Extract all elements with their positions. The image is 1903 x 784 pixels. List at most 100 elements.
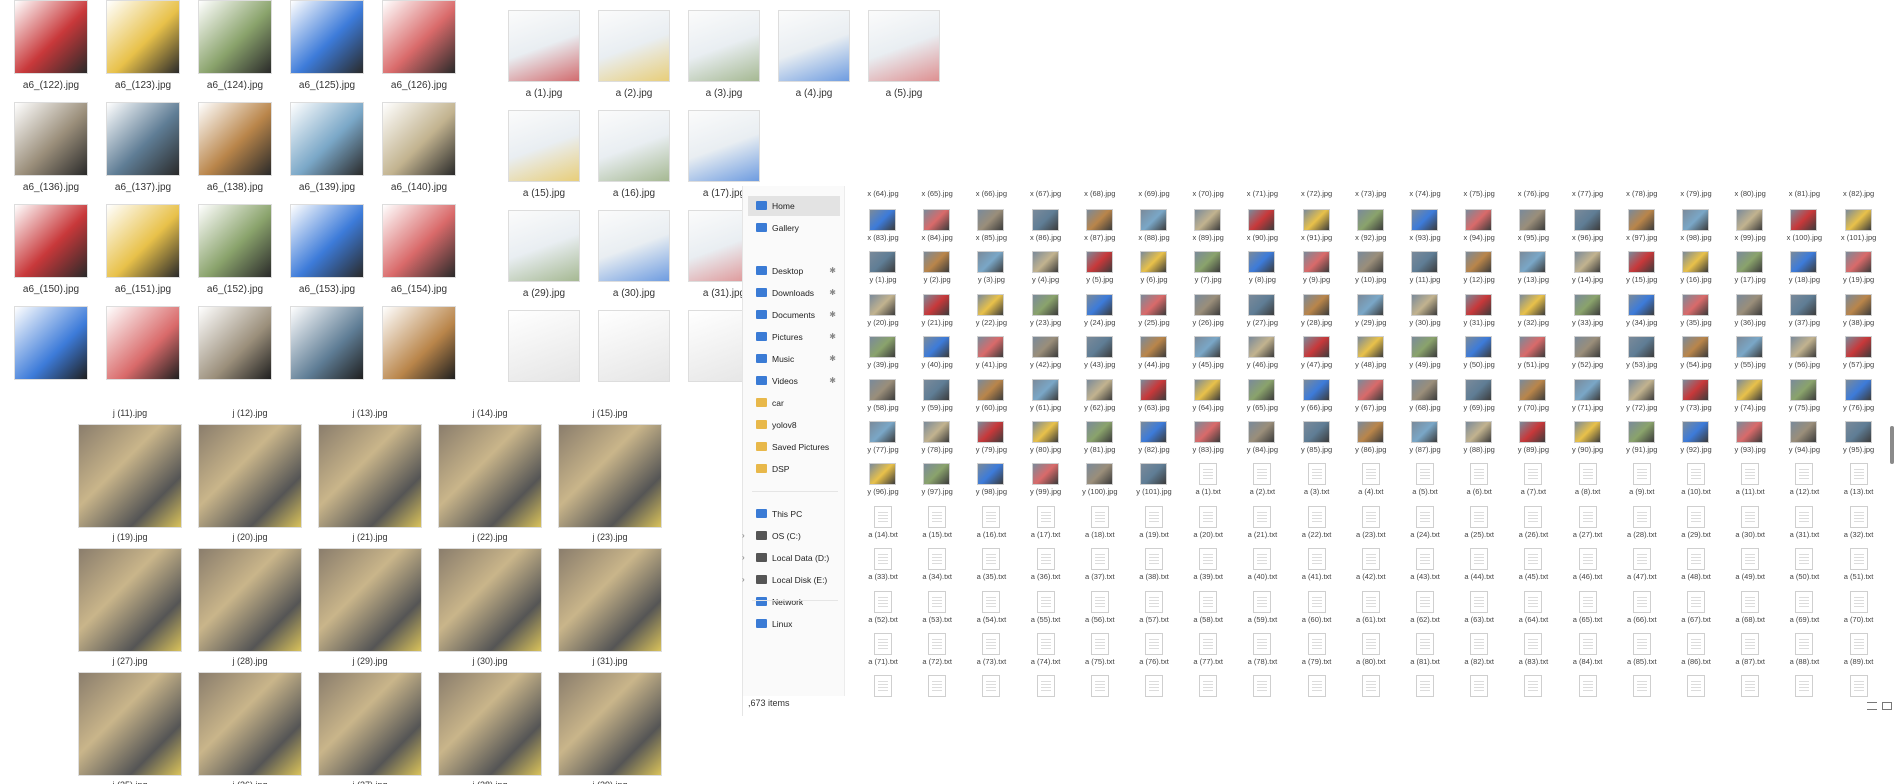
a6-thumbnail[interactable] bbox=[290, 102, 364, 176]
text-file-item[interactable]: a (22).txt bbox=[1290, 500, 1344, 542]
a-thumbnail[interactable] bbox=[508, 10, 580, 82]
a-thumbnail[interactable] bbox=[868, 10, 940, 82]
chevron-right-icon[interactable]: › bbox=[742, 570, 745, 590]
text-file-item[interactable]: a (64).txt bbox=[1506, 585, 1560, 627]
text-file-item[interactable]: a (55).txt bbox=[1019, 585, 1073, 627]
text-file-item[interactable] bbox=[1777, 669, 1831, 697]
text-file-item[interactable]: a (60).txt bbox=[1290, 585, 1344, 627]
text-file-item[interactable]: a (7).txt bbox=[1506, 457, 1560, 499]
text-file-item[interactable]: a (26).txt bbox=[1506, 500, 1560, 542]
image-file-item[interactable]: y (3).jpg bbox=[964, 245, 1018, 287]
image-file-item[interactable]: y (100).jpg bbox=[1073, 457, 1127, 499]
text-file-item[interactable]: a (47).txt bbox=[1615, 542, 1669, 584]
nav-item-yolov8[interactable]: yolov8 bbox=[748, 415, 840, 435]
image-file-item[interactable]: y (30).jpg bbox=[1398, 288, 1452, 330]
image-file-item[interactable]: y (53).jpg bbox=[1615, 330, 1669, 372]
nav-item-this-pc[interactable]: This PC bbox=[748, 504, 840, 524]
image-file-item[interactable]: y (15).jpg bbox=[1615, 245, 1669, 287]
text-file-item[interactable]: a (61).txt bbox=[1344, 585, 1398, 627]
a-thumbnail[interactable] bbox=[598, 310, 670, 382]
text-file-item[interactable]: a (36).txt bbox=[1019, 542, 1073, 584]
explorer-scrollbar[interactable] bbox=[1889, 190, 1895, 670]
j-photo-thumbnail[interactable] bbox=[558, 424, 662, 528]
a6-thumbnail[interactable] bbox=[198, 0, 272, 74]
text-file-item[interactable]: a (81).txt bbox=[1398, 627, 1452, 669]
image-file-item[interactable]: y (21).jpg bbox=[910, 288, 964, 330]
j-photo-thumbnail[interactable] bbox=[318, 548, 422, 652]
image-file-item[interactable]: y (78).jpg bbox=[910, 415, 964, 457]
text-file-item[interactable]: a (63).txt bbox=[1452, 585, 1506, 627]
text-file-item[interactable]: a (11).txt bbox=[1723, 457, 1777, 499]
a6-thumbnail[interactable] bbox=[106, 102, 180, 176]
image-file-item[interactable]: y (98).jpg bbox=[964, 457, 1018, 499]
text-file-item[interactable]: a (4).txt bbox=[1344, 457, 1398, 499]
image-file-item[interactable]: y (58).jpg bbox=[856, 373, 910, 415]
text-file-item[interactable]: a (1).txt bbox=[1181, 457, 1235, 499]
image-file-item[interactable]: y (51).jpg bbox=[1506, 330, 1560, 372]
image-file-item[interactable]: y (43).jpg bbox=[1073, 330, 1127, 372]
image-file-item[interactable]: y (52).jpg bbox=[1561, 330, 1615, 372]
image-file-item[interactable]: y (14).jpg bbox=[1561, 245, 1615, 287]
text-file-item[interactable]: a (80).txt bbox=[1344, 627, 1398, 669]
image-file-item[interactable]: y (25).jpg bbox=[1127, 288, 1181, 330]
image-file-item[interactable]: y (18).jpg bbox=[1777, 245, 1831, 287]
image-file-item[interactable]: y (101).jpg bbox=[1127, 457, 1181, 499]
image-file-item[interactable]: y (12).jpg bbox=[1452, 245, 1506, 287]
text-file-item[interactable]: a (48).txt bbox=[1669, 542, 1723, 584]
text-file-item[interactable]: a (62).txt bbox=[1398, 585, 1452, 627]
j-photo-thumbnail[interactable] bbox=[318, 672, 422, 776]
nav-item-network[interactable]: Network bbox=[748, 592, 840, 612]
text-file-item[interactable]: a (68).txt bbox=[1723, 585, 1777, 627]
image-file-item[interactable]: y (89).jpg bbox=[1506, 415, 1560, 457]
image-file-item[interactable]: x (96).jpg bbox=[1561, 203, 1615, 245]
text-file-item[interactable] bbox=[1127, 669, 1181, 697]
a6-thumbnail[interactable] bbox=[382, 306, 456, 380]
image-file-item[interactable]: y (5).jpg bbox=[1073, 245, 1127, 287]
image-file-item[interactable]: x (85).jpg bbox=[964, 203, 1018, 245]
text-file-item[interactable]: a (87).txt bbox=[1723, 627, 1777, 669]
image-file-item[interactable]: y (16).jpg bbox=[1669, 245, 1723, 287]
text-file-item[interactable] bbox=[1452, 669, 1506, 697]
text-file-item[interactable]: a (44).txt bbox=[1452, 542, 1506, 584]
image-file-item[interactable]: y (80).jpg bbox=[1019, 415, 1073, 457]
image-file-item[interactable]: y (22).jpg bbox=[964, 288, 1018, 330]
image-file-item[interactable]: y (66).jpg bbox=[1290, 373, 1344, 415]
details-view-icon[interactable] bbox=[1867, 702, 1877, 710]
j-photo-thumbnail[interactable] bbox=[78, 548, 182, 652]
image-file-item[interactable]: y (73).jpg bbox=[1669, 373, 1723, 415]
image-file-item[interactable]: y (56).jpg bbox=[1777, 330, 1831, 372]
image-file-item[interactable]: x (98).jpg bbox=[1669, 203, 1723, 245]
a6-thumbnail[interactable] bbox=[106, 306, 180, 380]
a-thumbnail[interactable] bbox=[778, 10, 850, 82]
text-file-item[interactable]: a (56).txt bbox=[1073, 585, 1127, 627]
image-file-item[interactable]: y (76).jpg bbox=[1832, 373, 1886, 415]
text-file-item[interactable] bbox=[1723, 669, 1777, 697]
image-file-item[interactable]: y (57).jpg bbox=[1832, 330, 1886, 372]
image-file-item[interactable]: y (13).jpg bbox=[1506, 245, 1560, 287]
a-thumbnail[interactable] bbox=[598, 210, 670, 282]
text-file-item[interactable]: a (39).txt bbox=[1181, 542, 1235, 584]
nav-item-car[interactable]: car bbox=[748, 393, 840, 413]
image-file-item[interactable]: y (85).jpg bbox=[1290, 415, 1344, 457]
text-file-item[interactable]: a (21).txt bbox=[1235, 500, 1289, 542]
j-photo-thumbnail[interactable] bbox=[78, 672, 182, 776]
image-file-item[interactable]: y (47).jpg bbox=[1290, 330, 1344, 372]
image-file-item[interactable]: y (65).jpg bbox=[1235, 373, 1289, 415]
image-file-item[interactable]: y (81).jpg bbox=[1073, 415, 1127, 457]
text-file-item[interactable]: a (29).txt bbox=[1669, 500, 1723, 542]
text-file-item[interactable]: a (57).txt bbox=[1127, 585, 1181, 627]
image-file-item[interactable]: y (67).jpg bbox=[1344, 373, 1398, 415]
a6-thumbnail[interactable] bbox=[382, 102, 456, 176]
text-file-item[interactable]: a (2).txt bbox=[1235, 457, 1289, 499]
text-file-item[interactable] bbox=[1073, 669, 1127, 697]
text-file-item[interactable]: a (66).txt bbox=[1615, 585, 1669, 627]
a-thumbnail[interactable] bbox=[598, 110, 670, 182]
j-photo-thumbnail[interactable] bbox=[438, 548, 542, 652]
a6-thumbnail[interactable] bbox=[290, 306, 364, 380]
image-file-item[interactable]: y (92).jpg bbox=[1669, 415, 1723, 457]
text-file-item[interactable]: a (19).txt bbox=[1127, 500, 1181, 542]
text-file-item[interactable]: a (31).txt bbox=[1777, 500, 1831, 542]
text-file-item[interactable]: a (3).txt bbox=[1290, 457, 1344, 499]
text-file-item[interactable]: a (72).txt bbox=[910, 627, 964, 669]
image-file-item[interactable]: y (96).jpg bbox=[856, 457, 910, 499]
